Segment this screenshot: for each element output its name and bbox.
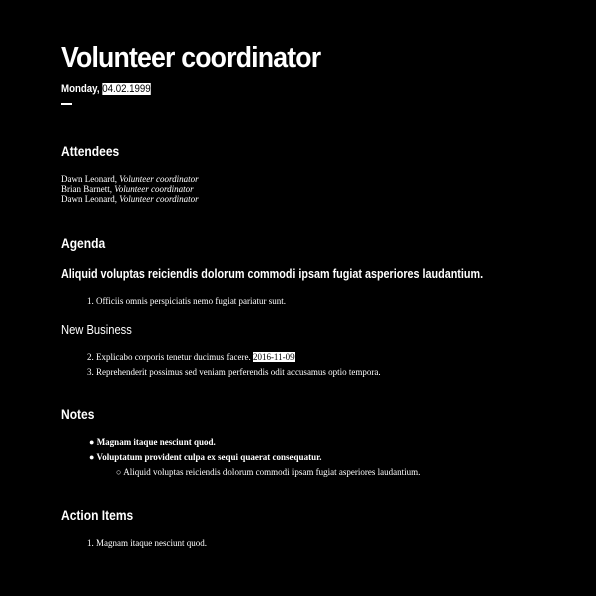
item-text: Reprehenderit possimus sed veniam perfer…: [96, 367, 381, 377]
agenda-heading: Agenda: [61, 235, 106, 251]
note-subitem: ○ Aliquid voluptas reiciendis dolorum co…: [116, 467, 420, 477]
item-date: 2016-11-09: [252, 352, 295, 362]
attendee-entry: Dawn Leonard, Volunteer coordinator: [61, 174, 199, 184]
action-items-heading: Action Items: [61, 507, 134, 523]
attendee-name: Dawn Leonard,: [61, 174, 117, 184]
meeting-date-value: 04.02.1999: [102, 83, 151, 95]
item-text: Magnam itaque nesciunt quod.: [96, 437, 216, 447]
bullet-marker: ○: [116, 467, 122, 477]
meeting-weekday: Monday,: [61, 83, 100, 95]
item-text: Aliquid voluptas reiciendis dolorum comm…: [123, 467, 421, 477]
agenda-item: 1. Officiis omnis perspiciatis nemo fugi…: [87, 296, 286, 306]
action-item: 1. Magnam itaque nesciunt quod.: [87, 538, 207, 548]
item-number: 2.: [87, 352, 94, 362]
bullet-marker: ●: [89, 452, 95, 462]
title-divider: [61, 103, 72, 105]
note-item: ● Magnam itaque nesciunt quod.: [89, 437, 216, 447]
agenda-subheading: Aliquid voluptas reiciendis dolorum comm…: [61, 266, 484, 281]
attendee-role: Volunteer coordinator: [119, 174, 199, 184]
item-text: Magnam itaque nesciunt quod.: [96, 538, 207, 548]
attendee-entry: Dawn Leonard, Volunteer coordinator: [61, 194, 199, 204]
attendees-heading: Attendees: [61, 143, 120, 159]
agenda-item: 3. Reprehenderit possimus sed veniam per…: [87, 367, 381, 377]
bullet-marker: ●: [89, 437, 95, 447]
attendee-entry: Brian Barnett, Volunteer coordinator: [61, 184, 194, 194]
note-item: ● Voluptatum provident culpa ex sequi qu…: [89, 452, 322, 462]
item-text: Explicabo corporis tenetur ducimus facer…: [96, 352, 251, 362]
item-number: 1.: [87, 296, 94, 306]
item-text: Officiis omnis perspiciatis nemo fugiat …: [96, 296, 287, 306]
document-title: Volunteer coordinator: [61, 42, 321, 74]
attendee-role: Volunteer coordinator: [114, 184, 194, 194]
item-number: 3.: [87, 367, 94, 377]
attendee-name: Dawn Leonard,: [61, 194, 117, 204]
item-number: 1.: [87, 538, 94, 548]
notes-heading: Notes: [61, 406, 95, 422]
item-text: Voluptatum provident culpa ex sequi quae…: [96, 452, 322, 462]
attendee-name: Brian Barnett,: [61, 184, 112, 194]
new-business-heading: New Business: [61, 322, 132, 337]
meeting-date: Monday, 04.02.1999: [61, 83, 151, 95]
attendee-role: Volunteer coordinator: [119, 194, 199, 204]
agenda-item: 2. Explicabo corporis tenetur ducimus fa…: [87, 352, 295, 362]
